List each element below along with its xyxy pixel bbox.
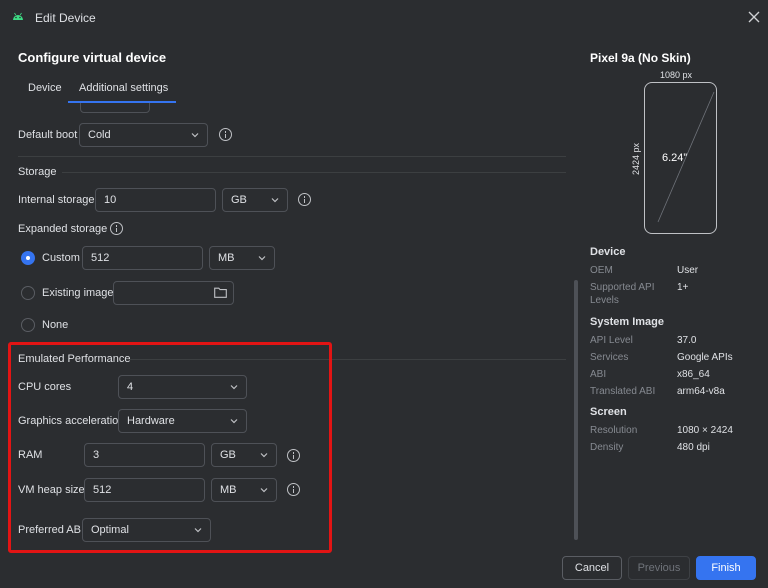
- oem-value: User: [677, 265, 699, 276]
- services-value: Google APIs: [677, 352, 733, 363]
- chevron-down-icon: [271, 198, 279, 203]
- info-icon[interactable]: [219, 128, 232, 141]
- resolution-value: 1080 × 2424: [677, 425, 733, 436]
- tab-device[interactable]: Device: [28, 82, 62, 102]
- none-radio[interactable]: [21, 318, 35, 332]
- existing-image-label: Existing image: [42, 287, 114, 299]
- screen-height-label: 2424 px: [631, 142, 641, 175]
- internal-storage-label: Internal storage: [18, 194, 95, 206]
- screen-size: 6.24”: [662, 152, 688, 164]
- tab-additional-settings[interactable]: Additional settings: [79, 82, 168, 102]
- translated-abi-key: Translated ABI: [590, 386, 656, 397]
- window-title: Edit Device: [35, 11, 96, 25]
- chevron-down-icon: [191, 133, 199, 138]
- custom-storage-unit-select[interactable]: MB: [209, 246, 275, 270]
- divider: [18, 156, 566, 157]
- custom-label: Custom: [42, 252, 80, 264]
- services-key: Services: [590, 352, 629, 363]
- internal-storage-input[interactable]: 10: [95, 188, 216, 212]
- chevron-down-icon: [258, 256, 266, 261]
- density-value: 480 dpi: [677, 442, 710, 453]
- screen-width-label: 1080 px: [660, 70, 693, 80]
- close-icon: [748, 11, 760, 23]
- custom-storage-input[interactable]: 512: [82, 246, 203, 270]
- default-boot-select[interactable]: Cold: [79, 123, 208, 147]
- density-key: Density: [590, 442, 624, 453]
- finish-button[interactable]: Finish: [696, 556, 756, 580]
- api-level-key: API Level: [590, 335, 633, 346]
- screen-title: Screen: [590, 406, 627, 418]
- api-level-value: 37.0: [677, 335, 697, 346]
- supported-api-key: Supported API: [590, 282, 655, 293]
- clipped-row: [0, 103, 575, 115]
- android-icon: [13, 12, 23, 20]
- translated-abi-value: arm64-v8a: [677, 386, 725, 397]
- close-button[interactable]: [745, 8, 763, 26]
- supported-api-value: 1+: [677, 282, 689, 293]
- supported-api-key-line2: Levels: [590, 295, 619, 306]
- default-boot-label: Default boot: [18, 129, 78, 141]
- highlight-box: [8, 342, 332, 553]
- cancel-button[interactable]: Cancel: [562, 556, 622, 580]
- internal-storage-unit: GB: [231, 194, 247, 206]
- resolution-key: Resolution: [590, 425, 638, 436]
- default-boot-value: Cold: [88, 129, 111, 141]
- abi-value: x86_64: [677, 369, 710, 380]
- custom-radio[interactable]: [21, 251, 35, 265]
- existing-image-radio[interactable]: [21, 286, 35, 300]
- folder-icon[interactable]: [214, 287, 227, 298]
- device-info-title: Device: [590, 246, 626, 258]
- previous-button[interactable]: Previous: [628, 556, 690, 580]
- none-label: None: [42, 319, 69, 331]
- storage-section-title: Storage: [18, 166, 57, 178]
- abi-key: ABI: [590, 369, 607, 380]
- internal-storage-unit-select[interactable]: GB: [222, 188, 288, 212]
- info-icon[interactable]: [298, 193, 311, 206]
- expanded-storage-label: Expanded storage: [18, 223, 108, 235]
- oem-key: OEM: [590, 265, 613, 276]
- scrollbar-thumb[interactable]: [574, 280, 578, 540]
- info-icon[interactable]: [110, 222, 123, 235]
- custom-storage-unit: MB: [218, 252, 235, 264]
- divider: [62, 172, 566, 173]
- page-title: Configure virtual device: [18, 50, 167, 65]
- title-bar: Edit Device: [0, 0, 768, 34]
- device-name: Pixel 9a (No Skin): [590, 51, 691, 65]
- system-image-title: System Image: [590, 316, 664, 328]
